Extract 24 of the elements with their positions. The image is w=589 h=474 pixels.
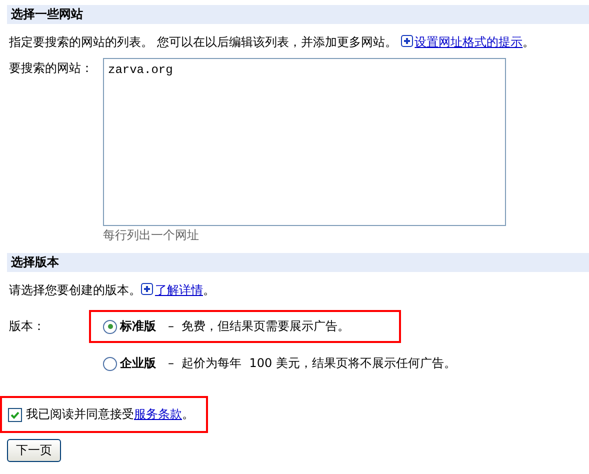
checkbox[interactable] [8, 408, 22, 422]
field-label: 要搜索的网站： [8, 60, 94, 77]
description-text: 请选择您要创建的版本。 [9, 283, 141, 297]
agreement-text: 我已阅读并同意接受服务条款。 [26, 406, 194, 423]
terms-link[interactable]: 服务条款 [134, 407, 182, 421]
next-button[interactable]: 下一页 [7, 439, 61, 462]
expand-plus-icon[interactable] [141, 283, 153, 295]
expand-plus-icon[interactable] [400, 35, 413, 47]
details-link[interactable]: 了解详情 [155, 283, 203, 297]
option-label: 企业版 [120, 355, 156, 372]
sites-field[interactable]: zarva.org [103, 58, 506, 226]
option-description: – 起价为每年 100 美元，结果页将不展示任何广告。 [168, 355, 456, 372]
option-label: 标准版 [120, 318, 156, 335]
section-header: 选择一些网站 [7, 5, 589, 24]
option-description: – 免费，但结果页需要展示广告。 [168, 318, 350, 335]
description-text: 指定要搜索的网站的列表。 您可以在以后编辑该列表，并添加更多网站。 [9, 35, 397, 49]
punctuation-text: 。 [522, 35, 535, 49]
radio-button[interactable] [103, 320, 117, 334]
punctuation-text: 。 [203, 283, 215, 297]
tip-link[interactable]: 设置网址格式的提示 [414, 35, 523, 49]
field-label: 版本： [8, 318, 46, 335]
radio-button[interactable] [103, 356, 117, 370]
hint-text: 每行列出一个网址 [103, 227, 200, 243]
section-header: 选择版本 [7, 253, 589, 272]
